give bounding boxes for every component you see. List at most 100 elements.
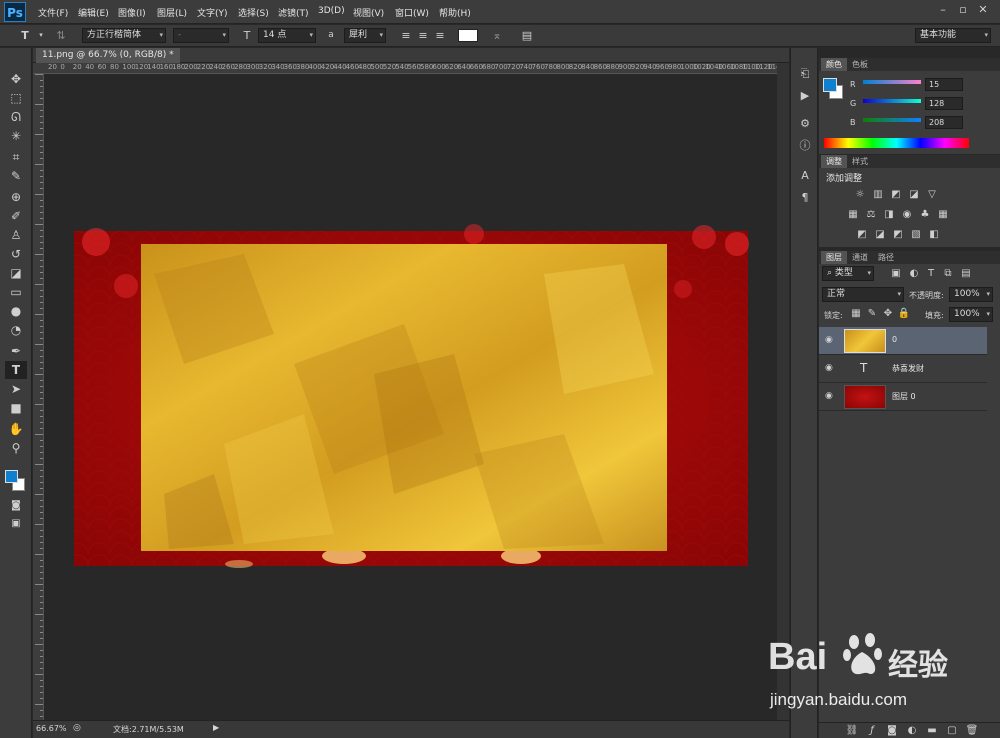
menu-help[interactable]: 帮助(H)	[439, 6, 471, 19]
menu-window[interactable]: 窗口(W)	[395, 6, 429, 19]
selective-color-icon[interactable]: ▧	[909, 229, 923, 241]
threshold-icon[interactable]: ◩	[891, 229, 905, 241]
foreground-swatch[interactable]	[823, 78, 837, 92]
history-brush-tool-icon[interactable]: ↺	[5, 245, 27, 263]
add-mask-icon[interactable]: ◙	[885, 725, 899, 737]
lock-pixels-icon[interactable]: ✎	[865, 308, 879, 320]
filter-shape-icon[interactable]: ⧉	[941, 268, 955, 280]
tab-styles[interactable]: 样式	[847, 155, 873, 168]
brush-tool-icon[interactable]: ✐	[5, 207, 27, 225]
link-layers-icon[interactable]: ⛓	[845, 725, 859, 737]
align-right-icon[interactable]: ≡	[433, 28, 447, 43]
vertical-scrollbar[interactable]	[777, 63, 789, 720]
align-left-icon[interactable]: ≡	[399, 28, 413, 43]
lasso-tool-icon[interactable]: ᘏ	[5, 108, 27, 126]
g-value[interactable]: 128	[925, 97, 963, 110]
hand-tool-icon[interactable]: ✋	[5, 420, 27, 438]
g-slider[interactable]	[863, 99, 921, 103]
status-icon[interactable]: ◎	[73, 723, 81, 733]
fill-field[interactable]: 100% ▾	[949, 307, 993, 322]
type-tool-icon[interactable]: T	[5, 361, 27, 379]
blur-tool-icon[interactable]: ●	[5, 302, 27, 320]
layer-style-icon[interactable]: ƒ	[865, 725, 879, 737]
character-panel-icon[interactable]: A	[797, 168, 813, 184]
antialias-select[interactable]: 犀利 ▾	[344, 28, 386, 43]
tab-paths[interactable]: 路径	[873, 251, 899, 264]
filter-smart-icon[interactable]: ▤	[959, 268, 973, 280]
workspace-select[interactable]: 基本功能 ▾	[915, 28, 991, 43]
eyedropper-tool-icon[interactable]: ✎	[5, 167, 27, 185]
tab-layers[interactable]: 图层	[821, 251, 847, 264]
dodge-tool-icon[interactable]: ◔	[5, 321, 27, 339]
layer-filter-select[interactable]: ⌕ 类型 ▾	[822, 266, 874, 281]
gradient-map-icon[interactable]: ◧	[927, 229, 941, 241]
menu-edit[interactable]: 编辑(E)	[78, 6, 109, 19]
quick-mask-icon[interactable]: ◙	[5, 497, 27, 515]
menu-image[interactable]: 图像(I)	[118, 6, 146, 19]
menu-3d[interactable]: 3D(D)	[318, 6, 345, 16]
curves-icon[interactable]: ◩	[889, 189, 903, 201]
history-panel-icon[interactable]: ⎗	[797, 66, 813, 82]
foreground-color-swatch[interactable]	[5, 470, 18, 483]
delete-layer-icon[interactable]: 🗑	[965, 725, 979, 737]
document-tab[interactable]: 11.png @ 66.7% (0, RGB/8) *	[36, 48, 180, 63]
minimize-icon[interactable]: –	[934, 3, 952, 17]
exposure-icon[interactable]: ◪	[907, 189, 921, 201]
warp-text-icon[interactable]: ⌅	[490, 28, 504, 43]
tab-adjustments[interactable]: 调整	[821, 155, 847, 168]
zoom-level[interactable]: 66.67%	[36, 724, 67, 733]
new-group-icon[interactable]: ▬	[925, 725, 939, 737]
filter-adjustment-icon[interactable]: ◐	[907, 268, 921, 280]
screen-mode-icon[interactable]: ▣	[5, 515, 27, 533]
menu-filter[interactable]: 滤镜(T)	[278, 6, 309, 19]
info-panel-icon[interactable]: ⓘ	[797, 138, 813, 154]
vibrance-icon[interactable]: ▽	[925, 189, 939, 201]
posterize-icon[interactable]: ◪	[873, 229, 887, 241]
color-ramp[interactable]	[824, 138, 969, 148]
visibility-eye-icon[interactable]: ◉	[825, 363, 833, 373]
hue-saturation-icon[interactable]: ▦	[846, 209, 860, 221]
layer-row[interactable]: ◉ T 恭喜发财	[819, 355, 987, 383]
marquee-tool-icon[interactable]: ⬚	[5, 89, 27, 107]
black-white-icon[interactable]: ◨	[882, 209, 896, 221]
color-balance-icon[interactable]: ⚖	[864, 209, 878, 221]
r-value[interactable]: 15	[925, 78, 963, 91]
lock-all-icon[interactable]: 🔒	[897, 308, 911, 320]
new-layer-icon[interactable]: ▢	[945, 725, 959, 737]
type-tool-preset-icon[interactable]: T	[18, 28, 32, 43]
character-panel-icon[interactable]: ▤	[520, 28, 534, 43]
visibility-eye-icon[interactable]: ◉	[825, 335, 833, 345]
crop-tool-icon[interactable]: ⌗	[5, 148, 27, 166]
opacity-field[interactable]: 100% ▾	[949, 287, 993, 302]
layer-name[interactable]: 0	[892, 335, 897, 344]
text-color-swatch[interactable]	[458, 29, 478, 42]
status-menu-arrow-icon[interactable]: ▶	[213, 723, 219, 732]
pen-tool-icon[interactable]: ✒	[5, 342, 27, 360]
lock-transparency-icon[interactable]: ▦	[849, 308, 863, 320]
invert-icon[interactable]: ◩	[855, 229, 869, 241]
layer-name[interactable]: 恭喜发财	[892, 363, 924, 374]
filter-pixel-icon[interactable]: ▣	[889, 268, 903, 280]
magic-wand-tool-icon[interactable]: ✳	[5, 127, 27, 145]
restore-icon[interactable]: ▫	[954, 3, 972, 17]
menu-type[interactable]: 文字(Y)	[197, 6, 228, 19]
gradient-tool-icon[interactable]: ▭	[5, 283, 27, 301]
blend-mode-select[interactable]: 正常 ▾	[822, 287, 904, 302]
zoom-tool-icon[interactable]: ⚲	[5, 439, 27, 457]
menu-select[interactable]: 选择(S)	[238, 6, 269, 19]
paragraph-panel-icon[interactable]: ¶	[797, 190, 813, 206]
filter-type-icon[interactable]: T	[924, 268, 938, 280]
visibility-eye-icon[interactable]: ◉	[825, 391, 833, 401]
color-lookup-icon[interactable]: ▦	[936, 209, 950, 221]
channel-mixer-icon[interactable]: ♣	[918, 209, 932, 221]
tab-color[interactable]: 颜色	[821, 58, 847, 71]
align-center-icon[interactable]: ≡	[416, 28, 430, 43]
document-image[interactable]	[44, 74, 777, 720]
layer-row[interactable]: ◉ 图层 0	[819, 383, 987, 411]
close-icon[interactable]: ✕	[974, 3, 992, 17]
canvas-area[interactable]	[44, 74, 777, 720]
b-slider[interactable]	[863, 118, 921, 122]
healing-brush-tool-icon[interactable]: ⊕	[5, 188, 27, 206]
move-tool-icon[interactable]: ✥	[5, 70, 27, 88]
layer-row[interactable]: ◉ 0	[819, 327, 987, 355]
